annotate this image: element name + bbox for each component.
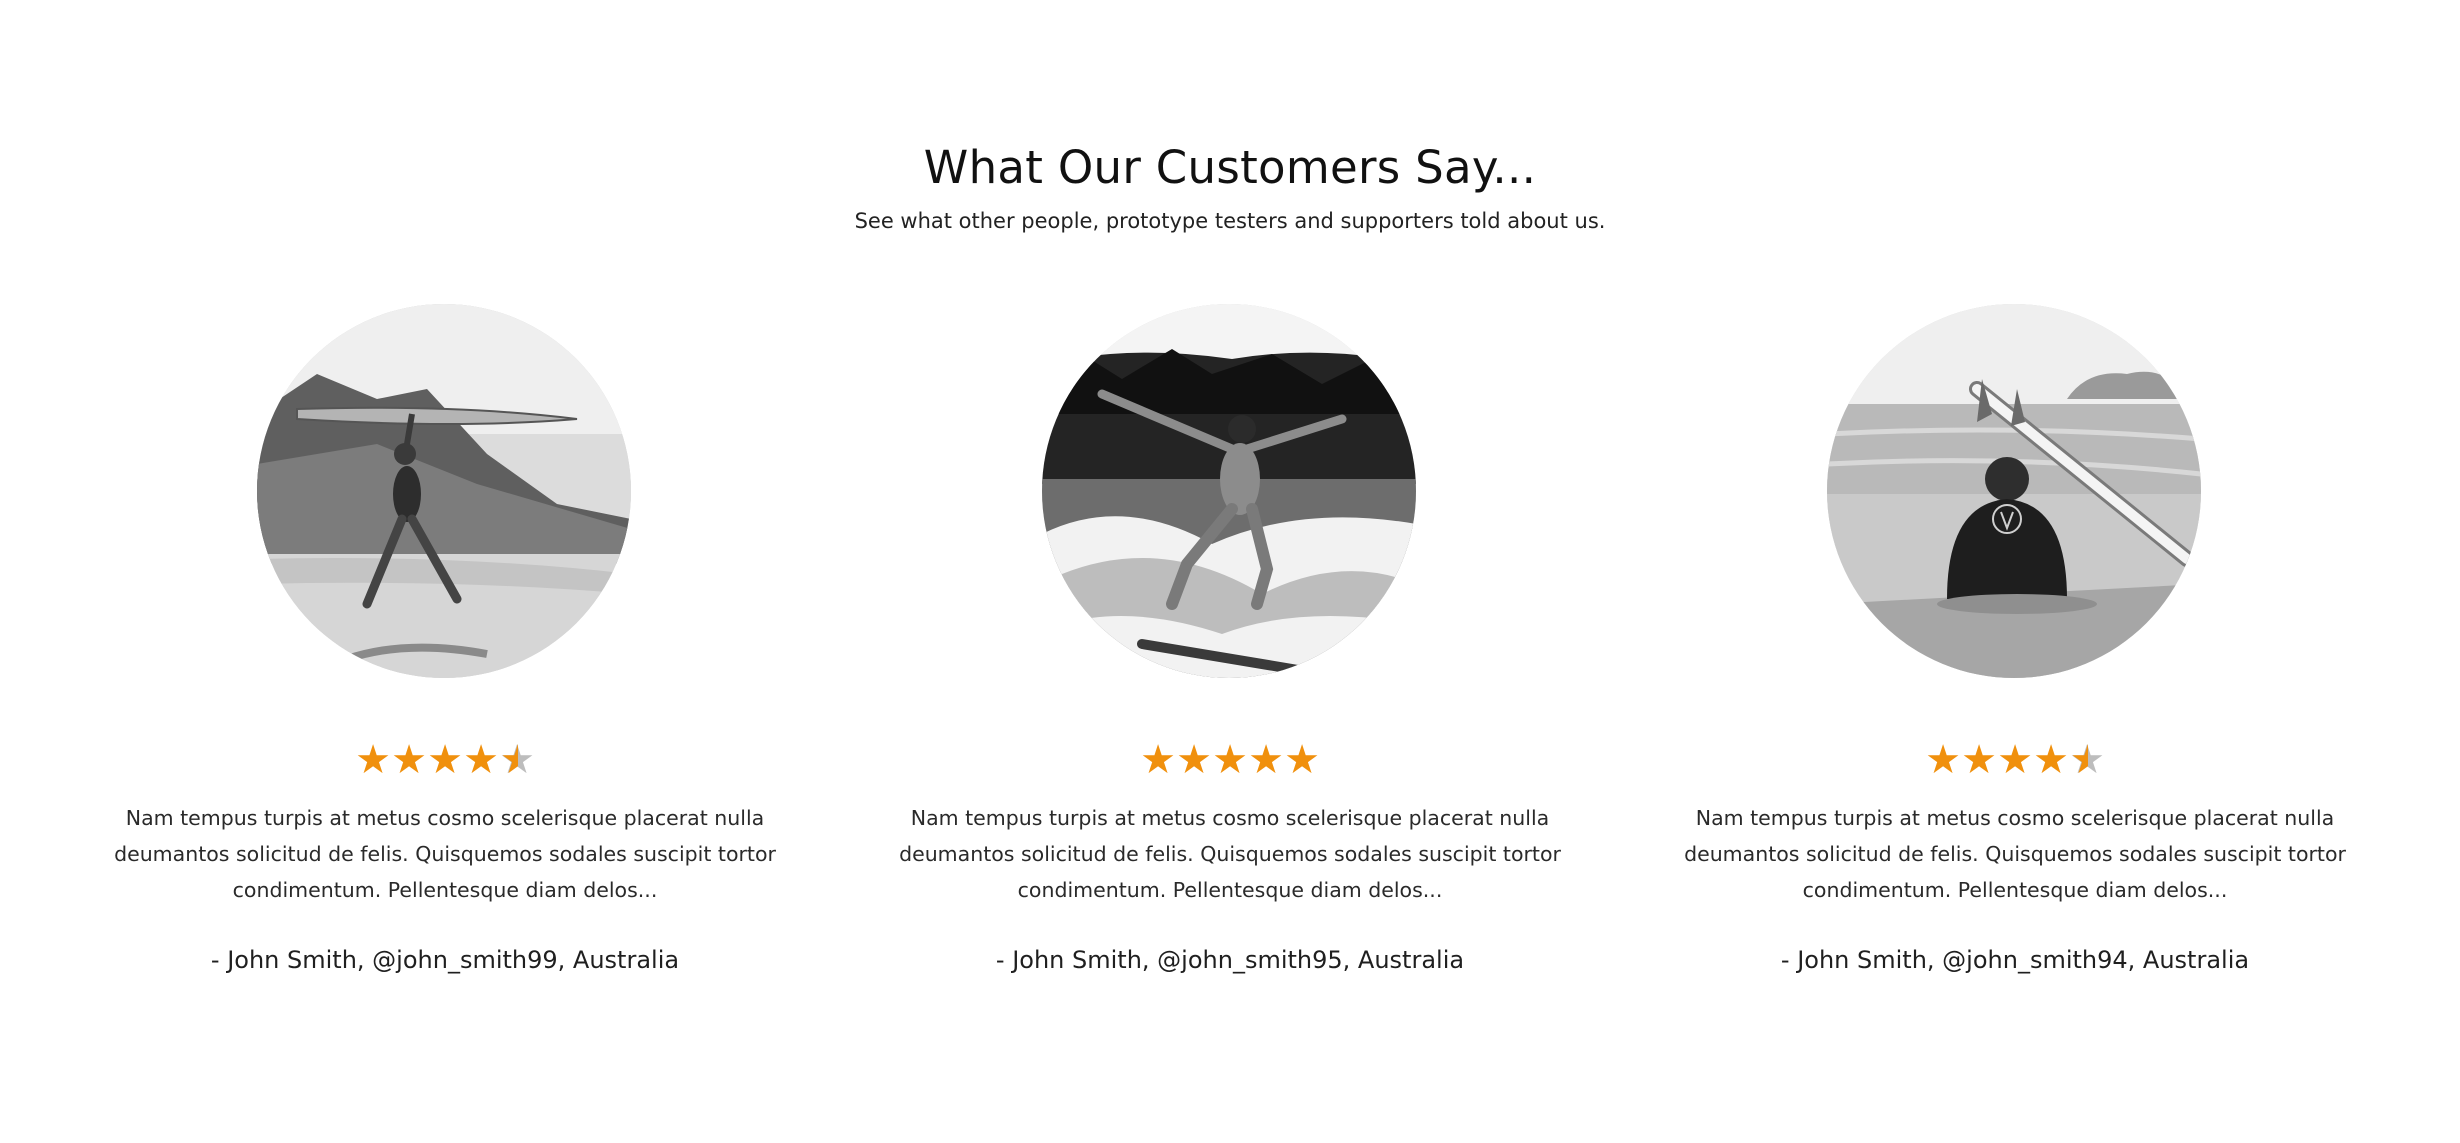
star-icon: ★ xyxy=(1284,737,1320,783)
customer-photo xyxy=(1042,304,1416,678)
testimonial-author: - John Smith, @john_smith95, Australia xyxy=(995,946,1465,974)
star-icon: ★ xyxy=(2033,737,2069,783)
star-icon: ★ xyxy=(1961,737,1997,783)
star-rating: ★★★★★ xyxy=(1635,738,2395,782)
star-icon: ★ xyxy=(1997,737,2033,783)
star-icon: ★ xyxy=(1248,737,1284,783)
surfer-jumping-with-board-photo xyxy=(257,304,631,678)
testimonials-section: What Our Customers Say... See what other… xyxy=(0,0,2460,1143)
man-sitting-on-beach-with-surfboard-photo xyxy=(1827,304,2201,678)
star-icon: ★ xyxy=(391,737,427,783)
star-rating: ★★★★★ xyxy=(850,738,1610,782)
star-icon: ★ xyxy=(463,737,499,783)
star-icon: ★ xyxy=(1212,737,1248,783)
customer-photo xyxy=(1827,304,2201,678)
star-rating: ★★★★★ xyxy=(65,738,825,782)
customer-photo xyxy=(257,304,631,678)
testimonial-author: - John Smith, @john_smith99, Australia xyxy=(210,946,680,974)
star-icon: ★ xyxy=(1925,737,1961,783)
section-title: What Our Customers Say... xyxy=(923,141,1537,194)
star-icon: ★ xyxy=(1176,737,1212,783)
testimonial-card: ★★★★★ Nam tempus turpis at metus cosmo s… xyxy=(1635,300,2395,1000)
testimonial-card: ★★★★★ Nam tempus turpis at metus cosmo s… xyxy=(850,300,1610,1000)
star-icon: ★ xyxy=(355,737,391,783)
testimonial-card: ★★★★★ Nam tempus turpis at metus cosmo s… xyxy=(65,300,825,1000)
testimonial-quote: Nam tempus turpis at metus cosmo sceleri… xyxy=(114,806,776,902)
testimonial-quote: Nam tempus turpis at metus cosmo sceleri… xyxy=(899,806,1561,902)
star-icon: ★ xyxy=(427,737,463,783)
woman-surfing-wave-photo xyxy=(1042,304,1416,678)
section-subtitle: See what other people, prototype testers… xyxy=(854,209,1606,233)
star-half-icon: ★ xyxy=(2069,738,2105,782)
star-icon: ★ xyxy=(1140,737,1176,783)
star-half-icon: ★ xyxy=(499,738,535,782)
testimonial-quote: Nam tempus turpis at metus cosmo sceleri… xyxy=(1684,806,2346,902)
testimonial-author: - John Smith, @john_smith94, Australia xyxy=(1780,946,2250,974)
